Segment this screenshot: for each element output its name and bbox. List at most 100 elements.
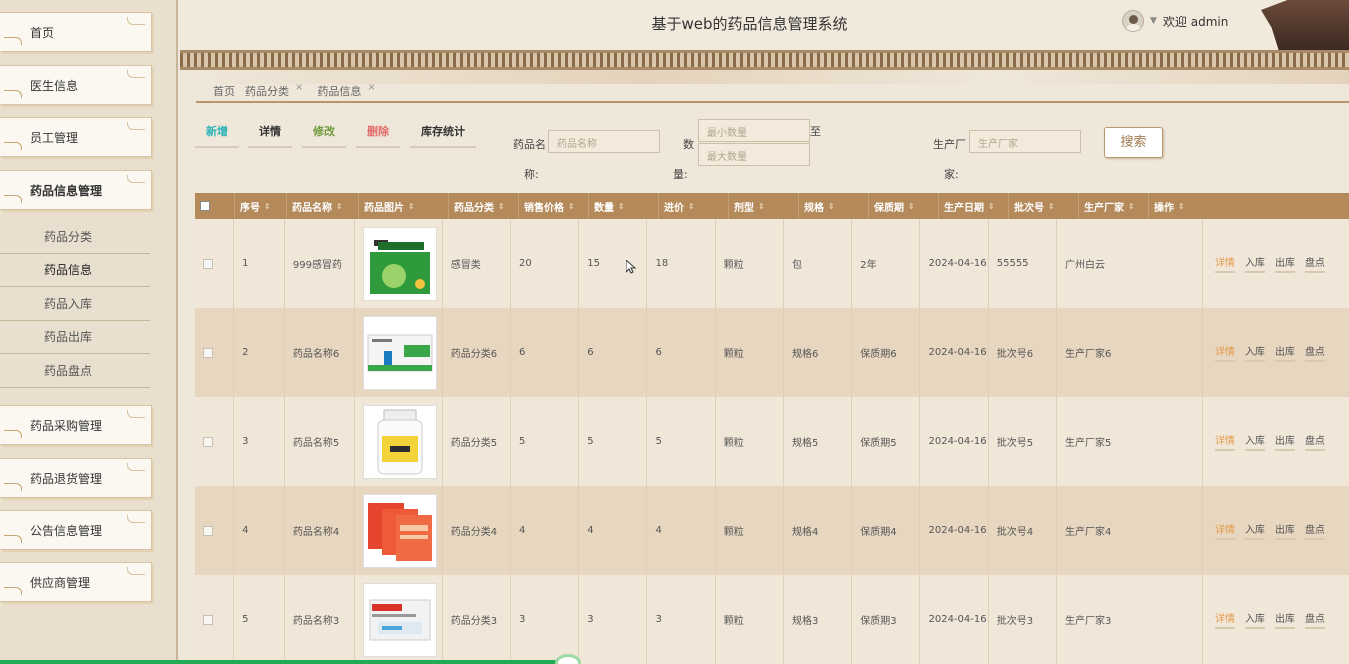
drug-image[interactable]: [363, 493, 438, 568]
avatar[interactable]: [1122, 10, 1144, 32]
cloud-deco-icon: [4, 90, 22, 98]
edit-button[interactable]: 修改: [302, 124, 346, 148]
min-quantity-input[interactable]: 最小数量: [698, 119, 810, 142]
manufacturer-input[interactable]: 生产厂家: [969, 130, 1081, 153]
sidebar-item-label: 首页: [30, 25, 55, 40]
col-header[interactable]: 药品图片 ⇕: [359, 193, 449, 219]
cell-name: 药品名称3: [285, 575, 356, 664]
row-inbound-button[interactable]: 入库: [1244, 432, 1265, 451]
sidebar-item-staff[interactable]: 员工管理: [0, 117, 152, 157]
search-button[interactable]: 搜索: [1104, 127, 1163, 158]
sidebar-subitem-drug-info[interactable]: 药品信息: [0, 254, 150, 287]
row-checkbox[interactable]: [203, 258, 213, 269]
table-row[interactable]: 1 999感冒药 感冒类 20 15 18 颗粒包 2年 2024-04-16 55555 广州白云…: [195, 219, 1349, 308]
chevron-down-icon[interactable]: ▼: [1150, 16, 1157, 26]
add-button[interactable]: 新增: [195, 124, 239, 148]
col-header[interactable]: 药品名称 ⇕: [287, 193, 359, 219]
cell-batch: 批次号6: [989, 308, 1057, 397]
sidebar-subitem-drug-outbound[interactable]: 药品出库: [0, 321, 150, 354]
user-menu[interactable]: ▼ 欢迎 admin: [1122, 10, 1228, 32]
row-detail-button[interactable]: 详情: [1214, 521, 1235, 540]
col-header[interactable]: 销售价格 ⇕: [519, 193, 589, 219]
sidebar-subitem-drug-category[interactable]: 药品分类: [0, 221, 150, 254]
stock-stats-button[interactable]: 库存统计: [410, 124, 476, 148]
row-outbound-button[interactable]: 出库: [1274, 254, 1295, 273]
col-header[interactable]: 操作 ⇕: [1149, 193, 1299, 219]
row-stocktake-button[interactable]: 盘点: [1304, 432, 1325, 451]
table-row[interactable]: 2 药品名称6 药品分类6 6 6 6 颗粒 规格6 保质期6 2024-04-16 批次号6 生产厂…: [195, 308, 1349, 397]
row-select-cell: [195, 397, 235, 486]
row-inbound-button[interactable]: 入库: [1244, 254, 1265, 273]
range-to-label: 至: [810, 125, 821, 138]
sidebar-item-drug-info-management[interactable]: 药品信息管理: [0, 170, 152, 210]
table-row[interactable]: 4 药品名称4 药品分类4 4 4 4 颗粒 规格4 保质期4 2024-04-16 批次号4 生产厂…: [195, 486, 1349, 575]
row-outbound-button[interactable]: 出库: [1274, 343, 1295, 362]
table-row[interactable]: 3 药品名称5 药品分类5 5 5 5 颗粒 规格5 保质期5 2024-04-16 批次号5 生产厂…: [195, 397, 1349, 486]
sidebar-item-announcement-management[interactable]: 公告信息管理: [0, 510, 152, 550]
cell-form: 颗粒: [716, 397, 784, 486]
row-detail-button[interactable]: 详情: [1214, 254, 1235, 273]
col-header[interactable]: 数量 ⇕: [589, 193, 659, 219]
row-inbound-button[interactable]: 入库: [1244, 521, 1265, 540]
drug-image-cell: [355, 397, 443, 486]
col-header[interactable]: 规格 ⇕: [799, 193, 869, 219]
col-header[interactable]: 生产日期 ⇕: [939, 193, 1009, 219]
sidebar-item-supplier-management[interactable]: 供应商管理: [0, 562, 152, 602]
col-header[interactable]: 药品分类 ⇕: [449, 193, 519, 219]
sidebar-subitem-drug-inbound[interactable]: 药品入库: [0, 288, 150, 321]
col-header[interactable]: 剂型 ⇕: [729, 193, 799, 219]
breadcrumb-home[interactable]: 首页: [213, 83, 235, 99]
col-header[interactable]: 生产厂家 ⇕: [1079, 193, 1149, 219]
drug-image[interactable]: [363, 315, 438, 390]
row-inbound-button[interactable]: 入库: [1244, 610, 1265, 629]
drug-name-input[interactable]: 药品名称: [548, 130, 660, 153]
row-stocktake-button[interactable]: 盘点: [1304, 254, 1325, 273]
row-detail-button[interactable]: 详情: [1214, 610, 1235, 629]
row-stocktake-button[interactable]: 盘点: [1304, 610, 1325, 629]
table-row[interactable]: 5 药品名称3 药品分类3 3 3 3 颗粒 规格3 保质期3 2024-04-16 批次号3 生产厂…: [195, 575, 1349, 664]
row-outbound-button[interactable]: 出库: [1274, 610, 1295, 629]
drug-image[interactable]: [363, 582, 438, 657]
tab-drug-info[interactable]: 药品信息: [317, 83, 361, 99]
max-quantity-input[interactable]: 最大数量: [698, 143, 810, 166]
tab-drug-category[interactable]: 药品分类: [245, 83, 289, 99]
col-header[interactable]: 进价 ⇕: [659, 193, 729, 219]
sidebar-item-home[interactable]: 首页: [0, 12, 152, 52]
row-select-cell: [195, 575, 235, 664]
cell-maker: 生产厂家6: [1057, 308, 1203, 397]
mouse-cursor-icon: [625, 258, 637, 274]
select-all-checkbox[interactable]: [200, 201, 210, 211]
sidebar-item-purchase-management[interactable]: 药品采购管理: [0, 405, 152, 445]
row-outbound-button[interactable]: 出库: [1274, 521, 1295, 540]
row-detail-button[interactable]: 详情: [1214, 343, 1235, 362]
row-outbound-button[interactable]: 出库: [1274, 432, 1295, 451]
sidebar-item-doctors[interactable]: 医生信息: [0, 65, 152, 105]
row-detail-button[interactable]: 详情: [1214, 432, 1235, 451]
col-header[interactable]: 序号 ⇕: [235, 193, 287, 219]
col-header[interactable]: 保质期 ⇕: [869, 193, 939, 219]
sidebar-subitem-drug-stocktake[interactable]: 药品盘点: [0, 355, 150, 388]
row-inbound-button[interactable]: 入库: [1244, 343, 1265, 362]
cloud-deco-icon: [4, 430, 22, 438]
row-stocktake-button[interactable]: 盘点: [1304, 343, 1325, 362]
actions-cell: 详情 入库 出库 盘点: [1203, 575, 1349, 664]
cell-cost: 18: [647, 219, 716, 308]
sidebar-item-return-management[interactable]: 药品退货管理: [0, 458, 152, 498]
row-checkbox[interactable]: [203, 614, 213, 625]
close-icon[interactable]: ×: [295, 82, 303, 93]
close-icon[interactable]: ×: [367, 82, 375, 93]
cell-category: 药品分类3: [443, 575, 511, 664]
row-checkbox[interactable]: [203, 436, 213, 447]
row-stocktake-button[interactable]: 盘点: [1304, 521, 1325, 540]
cell-shelf: 保质期5: [852, 397, 921, 486]
detail-button[interactable]: 详情: [248, 124, 292, 148]
loading-progress-bar: [0, 660, 570, 664]
drug-image[interactable]: [363, 226, 438, 301]
drug-image[interactable]: [363, 404, 438, 479]
col-header[interactable]: 批次号 ⇕: [1009, 193, 1079, 219]
delete-button[interactable]: 删除: [356, 124, 400, 148]
row-checkbox[interactable]: [203, 525, 213, 536]
sort-icon: ⇕: [1178, 201, 1185, 211]
row-checkbox[interactable]: [203, 347, 213, 358]
cloud-deco-icon: [127, 175, 145, 183]
